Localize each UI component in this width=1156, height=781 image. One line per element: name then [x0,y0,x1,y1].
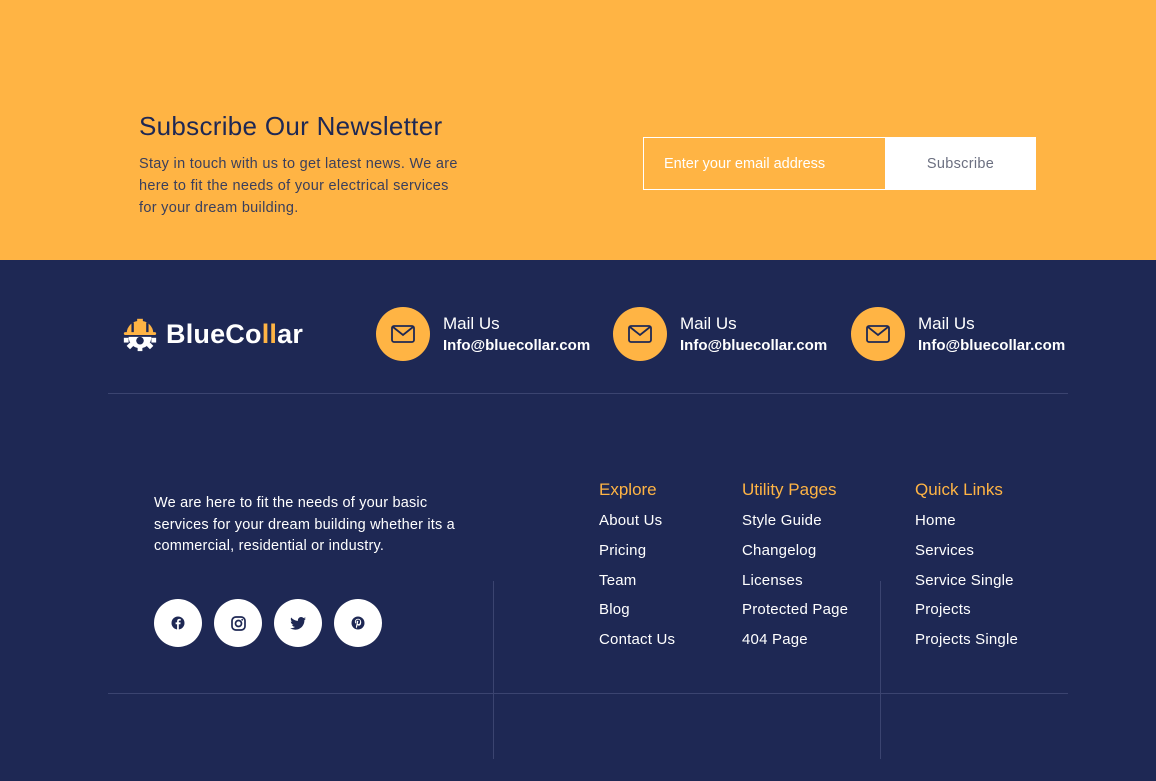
footer-link[interactable]: Pricing [599,542,675,572]
contact-item[interactable]: Mail Us Info@bluecollar.com [613,307,827,361]
twitter-button[interactable] [274,599,322,647]
newsletter-title: Subscribe Our Newsletter [139,111,443,141]
footer-link[interactable]: Service Single [915,572,1018,602]
quick-links-column: Quick Links Home Services Service Single… [915,480,1018,661]
mail-icon-circle [851,307,905,361]
divider [108,693,1068,694]
contact-label: Mail Us [918,314,975,333]
footer-link[interactable]: Blog [599,601,675,631]
contact-email[interactable]: Info@bluecollar.com [443,337,590,354]
mail-icon-circle [376,307,430,361]
footer-link[interactable]: Team [599,572,675,602]
divider-vertical [880,581,881,759]
subscribe-button[interactable]: Subscribe [885,137,1036,190]
newsletter-description: Stay in touch with us to get latest news… [139,156,458,216]
newsletter-section: Subscribe Our Newsletter Stay in touch w… [0,0,1156,260]
explore-title: Explore [599,480,657,499]
contact-item[interactable]: Mail Us Info@bluecollar.com [376,307,590,361]
facebook-icon [171,616,185,630]
mail-icon-circle [613,307,667,361]
footer-link[interactable]: Changelog [742,542,848,572]
mail-icon [391,325,415,343]
pinterest-icon [351,616,365,630]
brand-logo[interactable]: BlueCollar [121,315,303,353]
footer-link[interactable]: Home [915,512,1018,542]
divider [108,393,1068,394]
footer: BlueCollar Mail Us Info@bluecollar.com M… [0,260,1156,781]
footer-link[interactable]: Protected Page [742,601,848,631]
instagram-icon [230,615,246,631]
explore-column: Explore About Us Pricing Team Blog Conta… [599,480,675,661]
brand-name: BlueCollar [166,318,304,349]
footer-link[interactable]: 404 Page [742,631,848,661]
contact-label: Mail Us [443,314,500,333]
utility-pages-column: Utility Pages Style Guide Changelog Lice… [742,480,848,661]
contact-email[interactable]: Info@bluecollar.com [680,337,827,354]
contact-email[interactable]: Info@bluecollar.com [918,337,1065,354]
footer-link[interactable]: About Us [599,512,675,542]
facebook-button[interactable] [154,599,202,647]
utility-pages-title: Utility Pages [742,480,837,499]
instagram-button[interactable] [214,599,262,647]
contact-label: Mail Us [680,314,737,333]
email-input[interactable] [643,137,885,190]
footer-link[interactable]: Contact Us [599,631,675,661]
footer-link[interactable]: Services [915,542,1018,572]
footer-link[interactable]: Licenses [742,572,848,602]
pinterest-button[interactable] [334,599,382,647]
twitter-icon [290,616,306,630]
contact-item[interactable]: Mail Us Info@bluecollar.com [851,307,1065,361]
quick-links-title: Quick Links [915,480,1003,499]
helmet-gear-icon [123,318,157,352]
footer-link[interactable]: Style Guide [742,512,848,542]
footer-link[interactable]: Projects Single [915,631,1018,661]
newsletter-form: Subscribe [643,137,1036,190]
mail-icon [866,325,890,343]
divider-vertical [493,581,494,759]
footer-link[interactable]: Projects [915,601,1018,631]
about-text: We are here to fit the needs of your bas… [154,495,455,554]
mail-icon [628,325,652,343]
